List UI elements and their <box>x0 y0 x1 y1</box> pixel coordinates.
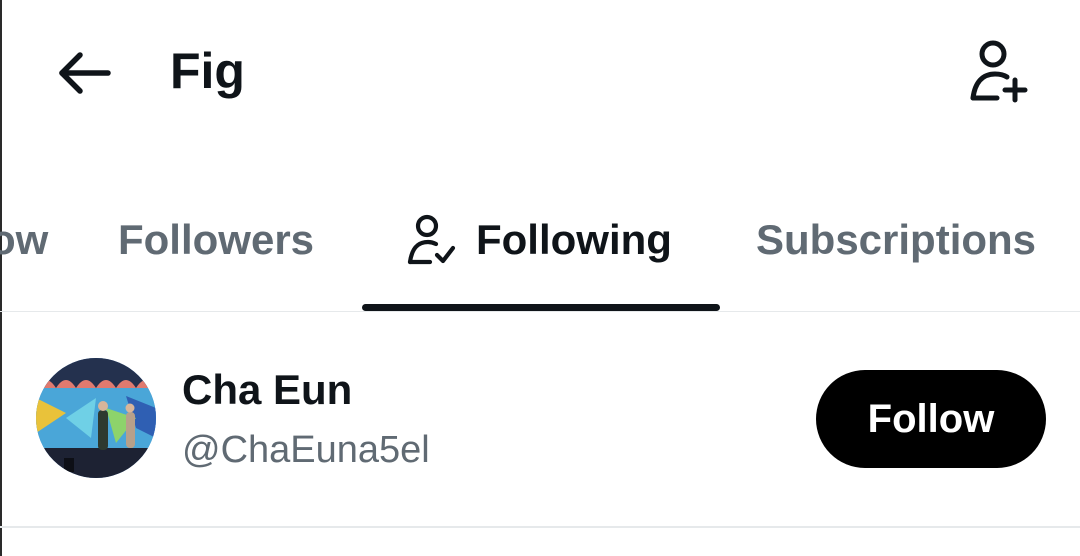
top-bar: Fig <box>0 0 1080 150</box>
add-user-button[interactable] <box>962 36 1038 106</box>
page-title: Fig <box>170 43 245 99</box>
back-button[interactable] <box>52 44 116 102</box>
user-name[interactable]: Cha Eun <box>182 364 352 416</box>
active-tab-indicator <box>362 304 720 311</box>
person-add-icon <box>970 40 1028 103</box>
user-list-item[interactable]: Cha Eun @ChaEuna5el Follow <box>0 312 1080 526</box>
avatar-photo <box>36 358 156 478</box>
arrow-left-icon <box>59 52 111 94</box>
tab-followers[interactable]: Followers <box>118 190 314 290</box>
profile-tabs: ow Followers Following Subscriptions <box>0 190 1080 312</box>
tab-label: Following <box>476 216 672 263</box>
user-handle: @ChaEuna5el <box>182 429 430 471</box>
tab-subscriptions[interactable]: Subscriptions <box>756 190 1036 290</box>
person-check-icon <box>406 214 458 266</box>
tab-label: Followers <box>118 216 315 263</box>
tab-partial[interactable]: ow <box>0 190 48 290</box>
avatar[interactable] <box>36 358 156 478</box>
divider <box>0 526 1080 528</box>
follow-button[interactable]: Follow <box>816 370 1046 468</box>
tab-label: ow <box>0 216 49 263</box>
following-screen: Fig ow Followers Following Subscriptions… <box>0 0 1080 556</box>
tab-following[interactable]: Following <box>406 190 672 290</box>
tab-label: Subscriptions <box>756 216 1037 263</box>
